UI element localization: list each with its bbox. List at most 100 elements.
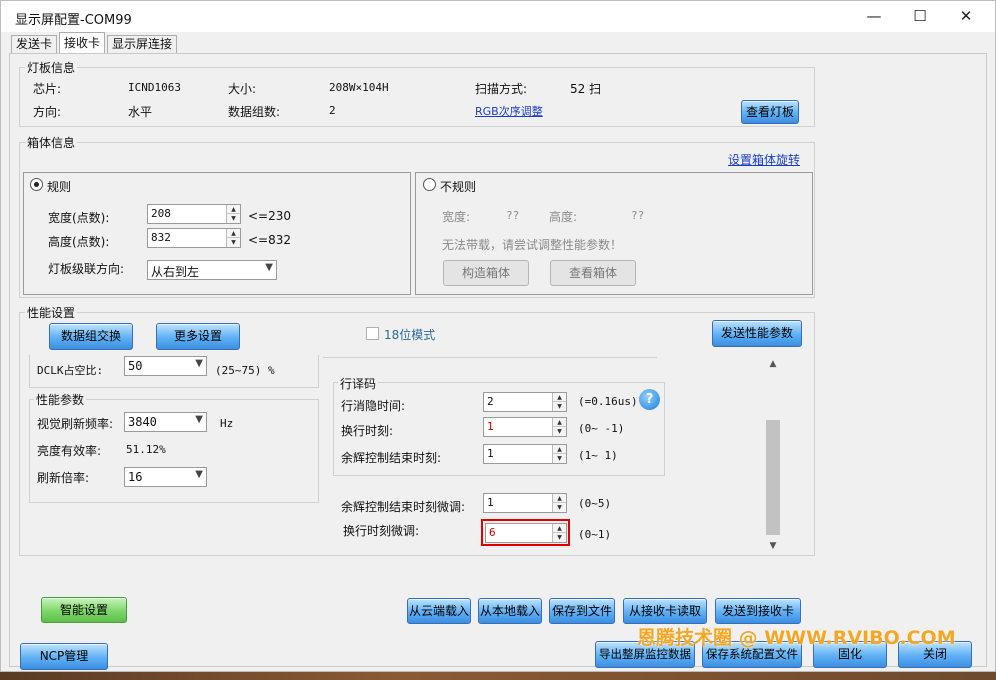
scroll-up-icon[interactable]: ▲ xyxy=(765,356,781,372)
refresh-multiplier-select[interactable]: 16 ▼ xyxy=(124,467,207,487)
data-groups-label: 数据组数: xyxy=(228,105,281,119)
mode-18bit-checkbox[interactable] xyxy=(366,327,379,340)
cabinet-width-stepper[interactable]: 208 ▲ ▼ xyxy=(147,204,241,224)
chevron-down-icon: ▼ xyxy=(195,358,203,369)
afterglow-fine-label: 余辉控制结束时刻微调: xyxy=(341,500,466,514)
load-from-local-button[interactable]: 从本地载入 xyxy=(478,598,542,624)
load-from-cloud-button[interactable]: 从云端载入 xyxy=(407,598,471,624)
window-title: 显示屏配置-COM99 xyxy=(15,13,132,28)
view-panel-button[interactable]: 查看灯板 xyxy=(741,100,799,124)
afterglow-end-value: 1 xyxy=(487,447,494,460)
direction-label: 方向: xyxy=(33,105,62,119)
save-to-file-button[interactable]: 保存到文件 xyxy=(549,598,615,624)
read-from-card-button[interactable]: 从接收卡读取 xyxy=(623,598,707,624)
size-label: 大小: xyxy=(228,82,257,96)
refresh-multiplier-label: 刷新倍率: xyxy=(37,471,90,485)
brightness-efficiency-value: 51.12% xyxy=(126,443,166,456)
cabinet-height-stepper[interactable]: 832 ▲ ▼ xyxy=(147,228,241,248)
chevron-down-icon: ▼ xyxy=(195,414,203,425)
rgb-order-link[interactable]: RGB次序调整 xyxy=(475,103,543,119)
refresh-rate-value: 3840 xyxy=(128,415,157,429)
irregular-width-label: 宽度: xyxy=(442,210,471,224)
maximize-button[interactable]: ☐ xyxy=(897,1,943,32)
chip-label: 芯片: xyxy=(33,82,62,96)
chip-value: ICND1063 xyxy=(128,81,181,94)
cabinet-width-limit: <=230 xyxy=(248,209,292,223)
cabinet-width-value: 208 xyxy=(151,207,171,220)
regular-radio[interactable] xyxy=(30,178,43,191)
config-window: 显示屏配置-COM99 — ☐ ✕ 发送卡 接收卡 显示屏连接 灯板信息 芯片:… xyxy=(0,0,996,672)
ncp-manage-button[interactable]: NCP管理 xyxy=(20,643,108,670)
afterglow-fine-value: 1 xyxy=(487,496,494,509)
row-switch-label: 换行时刻: xyxy=(341,424,394,438)
cascade-direction-label: 灯板级联方向: xyxy=(48,262,125,276)
more-settings-button[interactable]: 更多设置 xyxy=(156,323,240,350)
data-groups-value: 2 xyxy=(329,104,336,117)
chevron-down-icon: ▼ xyxy=(195,469,203,480)
scrollbar-thumb[interactable] xyxy=(766,420,780,535)
performance-legend: 性能设置 xyxy=(25,304,78,321)
dclk-select[interactable]: 50 ▼ xyxy=(124,356,207,376)
chevron-down-icon: ▼ xyxy=(265,262,273,273)
smart-settings-button[interactable]: 智能设置 xyxy=(41,597,127,623)
refresh-multiplier-value: 16 xyxy=(128,470,143,484)
scan-label: 扫描方式: xyxy=(475,82,528,96)
regular-label: 规则 xyxy=(47,180,72,194)
switch-fine-range: (0~1) xyxy=(578,528,612,541)
panel-info-legend: 灯板信息 xyxy=(25,59,78,76)
title-bar: 显示屏配置-COM99 — ☐ ✕ xyxy=(1,1,995,32)
close-window-button[interactable]: ✕ xyxy=(943,1,989,32)
row-blank-label: 行消隐时间: xyxy=(341,399,406,413)
minimize-button[interactable]: — xyxy=(851,1,897,32)
row-switch-range: (0~ -1) xyxy=(578,422,625,435)
tab-send-card[interactable]: 发送卡 xyxy=(11,35,58,53)
switch-fine-stepper[interactable]: 6 ▲ ▼ xyxy=(485,523,567,543)
switch-fine-value: 6 xyxy=(489,526,496,539)
refresh-rate-unit: Hz xyxy=(220,417,234,430)
row-blank-value: 2 xyxy=(487,395,494,408)
divider xyxy=(323,357,657,358)
afterglow-fine-stepper[interactable]: 1 ▲ ▼ xyxy=(483,493,567,513)
scroll-down-icon[interactable]: ▼ xyxy=(765,538,781,554)
irregular-height-label: 高度: xyxy=(549,210,578,224)
scan-value: 52 扫 xyxy=(570,82,602,96)
row-decode-legend: 行译码 xyxy=(338,375,379,392)
cabinet-info-legend: 箱体信息 xyxy=(25,134,78,151)
row-switch-stepper[interactable]: 1 ▲ ▼ xyxy=(483,417,567,437)
send-to-card-button[interactable]: 发送到接收卡 xyxy=(715,598,801,624)
size-value: 208W×104H xyxy=(329,81,389,94)
help-icon[interactable]: ? xyxy=(639,389,660,410)
irregular-radio[interactable] xyxy=(423,178,436,191)
irregular-hint: 无法带载，请尝试调整性能参数！ xyxy=(442,238,623,252)
tab-receive-card[interactable]: 接收卡 xyxy=(59,32,106,54)
cascade-direction-select[interactable]: 从右到左 ▼ xyxy=(147,260,277,280)
direction-value: 水平 xyxy=(128,105,153,119)
afterglow-fine-range: (0~5) xyxy=(578,497,612,510)
send-performance-button[interactable]: 发送性能参数 xyxy=(712,320,802,347)
data-group-swap-button[interactable]: 数据组交换 xyxy=(49,323,133,350)
cascade-direction-value: 从右到左 xyxy=(151,265,200,279)
performance-params-legend: 性能参数 xyxy=(34,391,87,408)
afterglow-end-stepper[interactable]: 1 ▲ ▼ xyxy=(483,444,567,464)
refresh-rate-label: 视觉刷新频率: xyxy=(37,417,114,431)
cabinet-height-label: 高度(点数): xyxy=(48,235,110,249)
dclk-range: (25~75) % xyxy=(215,364,275,377)
cabinet-height-value: 832 xyxy=(151,231,171,244)
set-cabinet-rotation-link[interactable]: 设置箱体旋转 xyxy=(728,151,800,168)
row-switch-value: 1 xyxy=(487,420,494,433)
dclk-label: DCLK占空比: xyxy=(37,364,104,377)
watermark: 恩腾技术圈 @ WWW.RVIBO.COM xyxy=(637,627,956,649)
row-blank-stepper[interactable]: 2 ▲ ▼ xyxy=(483,392,567,412)
build-cabinet-button[interactable]: 构造箱体 xyxy=(443,260,529,286)
afterglow-end-label: 余辉控制结束时刻: xyxy=(341,451,442,465)
dclk-value: 50 xyxy=(128,359,143,373)
view-cabinet-button[interactable]: 查看箱体 xyxy=(550,260,636,286)
afterglow-end-range: (1~ 1) xyxy=(578,449,618,462)
cabinet-height-limit: <=832 xyxy=(248,233,292,247)
irregular-height-value: ?? xyxy=(631,209,645,222)
tab-screen-connection[interactable]: 显示屏连接 xyxy=(107,35,178,53)
vertical-scrollbar[interactable]: ▲ ▼ xyxy=(765,356,781,554)
refresh-rate-select[interactable]: 3840 ▼ xyxy=(124,412,207,432)
brightness-efficiency-label: 亮度有效率: xyxy=(37,444,102,458)
irregular-label: 不规则 xyxy=(440,180,477,194)
